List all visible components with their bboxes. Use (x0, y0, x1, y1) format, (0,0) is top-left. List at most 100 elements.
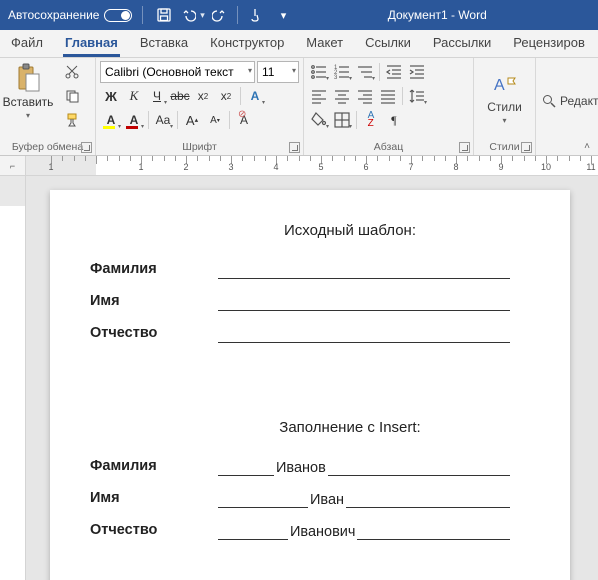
chevron-down-icon: ▾ (502, 116, 506, 125)
paste-label: Вставить (3, 95, 54, 109)
blank-line (218, 261, 510, 279)
line-spacing-button[interactable]: ▾ (406, 85, 428, 107)
section-title-1: Исходный шаблон: (230, 222, 470, 239)
blank-line (218, 458, 274, 476)
group-label-font: Шрифт (182, 141, 217, 153)
chevron-down-icon: ▾ (292, 66, 296, 75)
cut-icon (64, 64, 80, 80)
field-label-firstname: Имя (90, 293, 218, 311)
copy-button[interactable] (54, 85, 90, 107)
highlight-button[interactable]: A▾ (100, 109, 122, 131)
dialog-launcher-paragraph[interactable] (459, 142, 470, 153)
tab-insert[interactable]: Вставка (129, 29, 199, 57)
field-label-patronymic: Отчество (90, 522, 218, 540)
group-label-styles: Стили (489, 141, 519, 153)
tab-mailings[interactable]: Рассылки (422, 29, 502, 57)
field-label-lastname: Фамилия (90, 261, 218, 279)
chevron-down-icon: ▾ (248, 66, 252, 75)
copy-icon (64, 88, 80, 104)
align-left-button[interactable] (308, 85, 330, 107)
blank-line (346, 490, 510, 508)
cut-button[interactable] (54, 61, 90, 83)
align-center-button[interactable] (331, 85, 353, 107)
dialog-launcher-font[interactable] (289, 142, 300, 153)
autosave-label: Автосохранение (8, 8, 99, 22)
tab-review[interactable]: Рецензиров (502, 29, 596, 57)
tab-references[interactable]: Ссылки (354, 29, 422, 57)
touch-mode-button[interactable] (242, 2, 268, 28)
tab-file[interactable]: Файл (0, 29, 54, 57)
field-label-patronymic: Отчество (90, 325, 218, 343)
chevron-down-icon: ▾ (196, 10, 205, 21)
blank-line (328, 458, 510, 476)
align-right-button[interactable] (354, 85, 376, 107)
value-patronymic: Иванович (288, 524, 357, 540)
qat-customize-button[interactable]: ▾ (270, 2, 296, 28)
editing-button[interactable]: Редакт (542, 94, 598, 108)
numbered-list-button[interactable]: 123▾ (331, 61, 353, 83)
section-title-2: Заполнение с Insert: (230, 419, 470, 436)
tab-design[interactable]: Конструктор (199, 29, 295, 57)
save-icon (156, 7, 172, 23)
ribbon: Вставить ▾ Буфер обмена (0, 58, 598, 156)
blank-line (218, 490, 308, 508)
sort-button[interactable]: AZ (360, 109, 382, 131)
shading-button[interactable]: ▾ (308, 109, 330, 131)
borders-button[interactable]: ▾ (331, 109, 353, 131)
subscript-button[interactable]: x2 (192, 85, 214, 107)
styles-icon: A (491, 72, 519, 98)
svg-text:3: 3 (334, 75, 338, 81)
show-marks-button[interactable]: ¶ (383, 109, 405, 131)
blank-line (218, 325, 510, 343)
tab-home[interactable]: Главная (54, 29, 129, 57)
dialog-launcher-styles[interactable] (521, 142, 532, 153)
undo-button[interactable]: ▾ (179, 2, 205, 28)
dialog-launcher-clipboard[interactable] (81, 142, 92, 153)
superscript-button[interactable]: x2 (215, 85, 237, 107)
collapse-ribbon-button[interactable]: ˄ (580, 139, 594, 153)
brush-icon (64, 112, 80, 128)
font-color-button[interactable]: A▾ (123, 109, 145, 131)
change-case-button[interactable]: Aa▾ (152, 109, 174, 131)
italic-button[interactable]: К (123, 85, 145, 107)
find-icon (542, 94, 556, 108)
blank-line (218, 522, 288, 540)
autosave-toggle[interactable]: Автосохранение (0, 8, 140, 22)
bullet-list-button[interactable]: ▾ (308, 61, 330, 83)
styles-button[interactable]: A Стили ▾ (474, 58, 535, 139)
font-name-combo[interactable]: Calibri (Основной текст ▾ (100, 61, 255, 83)
tab-layout[interactable]: Макет (295, 29, 354, 57)
value-firstname: Иван (308, 492, 346, 508)
group-label-clipboard: Буфер обмена (12, 141, 83, 153)
field-label-firstname: Имя (90, 490, 218, 508)
group-label-paragraph: Абзац (374, 141, 403, 153)
redo-icon (212, 7, 228, 23)
justify-button[interactable] (377, 85, 399, 107)
bold-button[interactable]: Ж (100, 85, 122, 107)
decrease-indent-button[interactable] (383, 61, 405, 83)
chevron-down-icon: ▾ (281, 9, 287, 22)
grow-font-button[interactable]: A▴ (181, 109, 203, 131)
vertical-ruler[interactable] (0, 176, 26, 580)
toggle-switch-icon (104, 9, 132, 22)
document-page[interactable]: Исходный шаблон: Фамилия Имя Отчество За… (50, 190, 570, 580)
font-size-combo[interactable]: 11 ▾ (257, 61, 299, 83)
chevron-down-icon: ▾ (26, 111, 30, 120)
underline-button[interactable]: Ч▾ (146, 85, 168, 107)
redo-button[interactable] (207, 2, 233, 28)
shrink-font-button[interactable]: A▾ (204, 109, 226, 131)
format-painter-button[interactable] (54, 109, 90, 131)
ruler-corner[interactable]: ⌐ (0, 156, 26, 175)
save-button[interactable] (151, 2, 177, 28)
text-effects-button[interactable]: A▾ (244, 85, 266, 107)
multilevel-list-button[interactable]: ▾ (354, 61, 376, 83)
field-label-lastname: Фамилия (90, 458, 218, 476)
paste-button[interactable]: Вставить ▾ (4, 63, 52, 120)
svg-text:A: A (494, 77, 505, 94)
strikethrough-button[interactable]: abc (169, 85, 191, 107)
clear-formatting-button[interactable]: A⊘ (233, 109, 255, 131)
horizontal-ruler[interactable]: 11234567891011 (26, 156, 598, 175)
undo-icon (180, 7, 196, 23)
increase-indent-button[interactable] (406, 61, 428, 83)
blank-line (218, 293, 510, 311)
